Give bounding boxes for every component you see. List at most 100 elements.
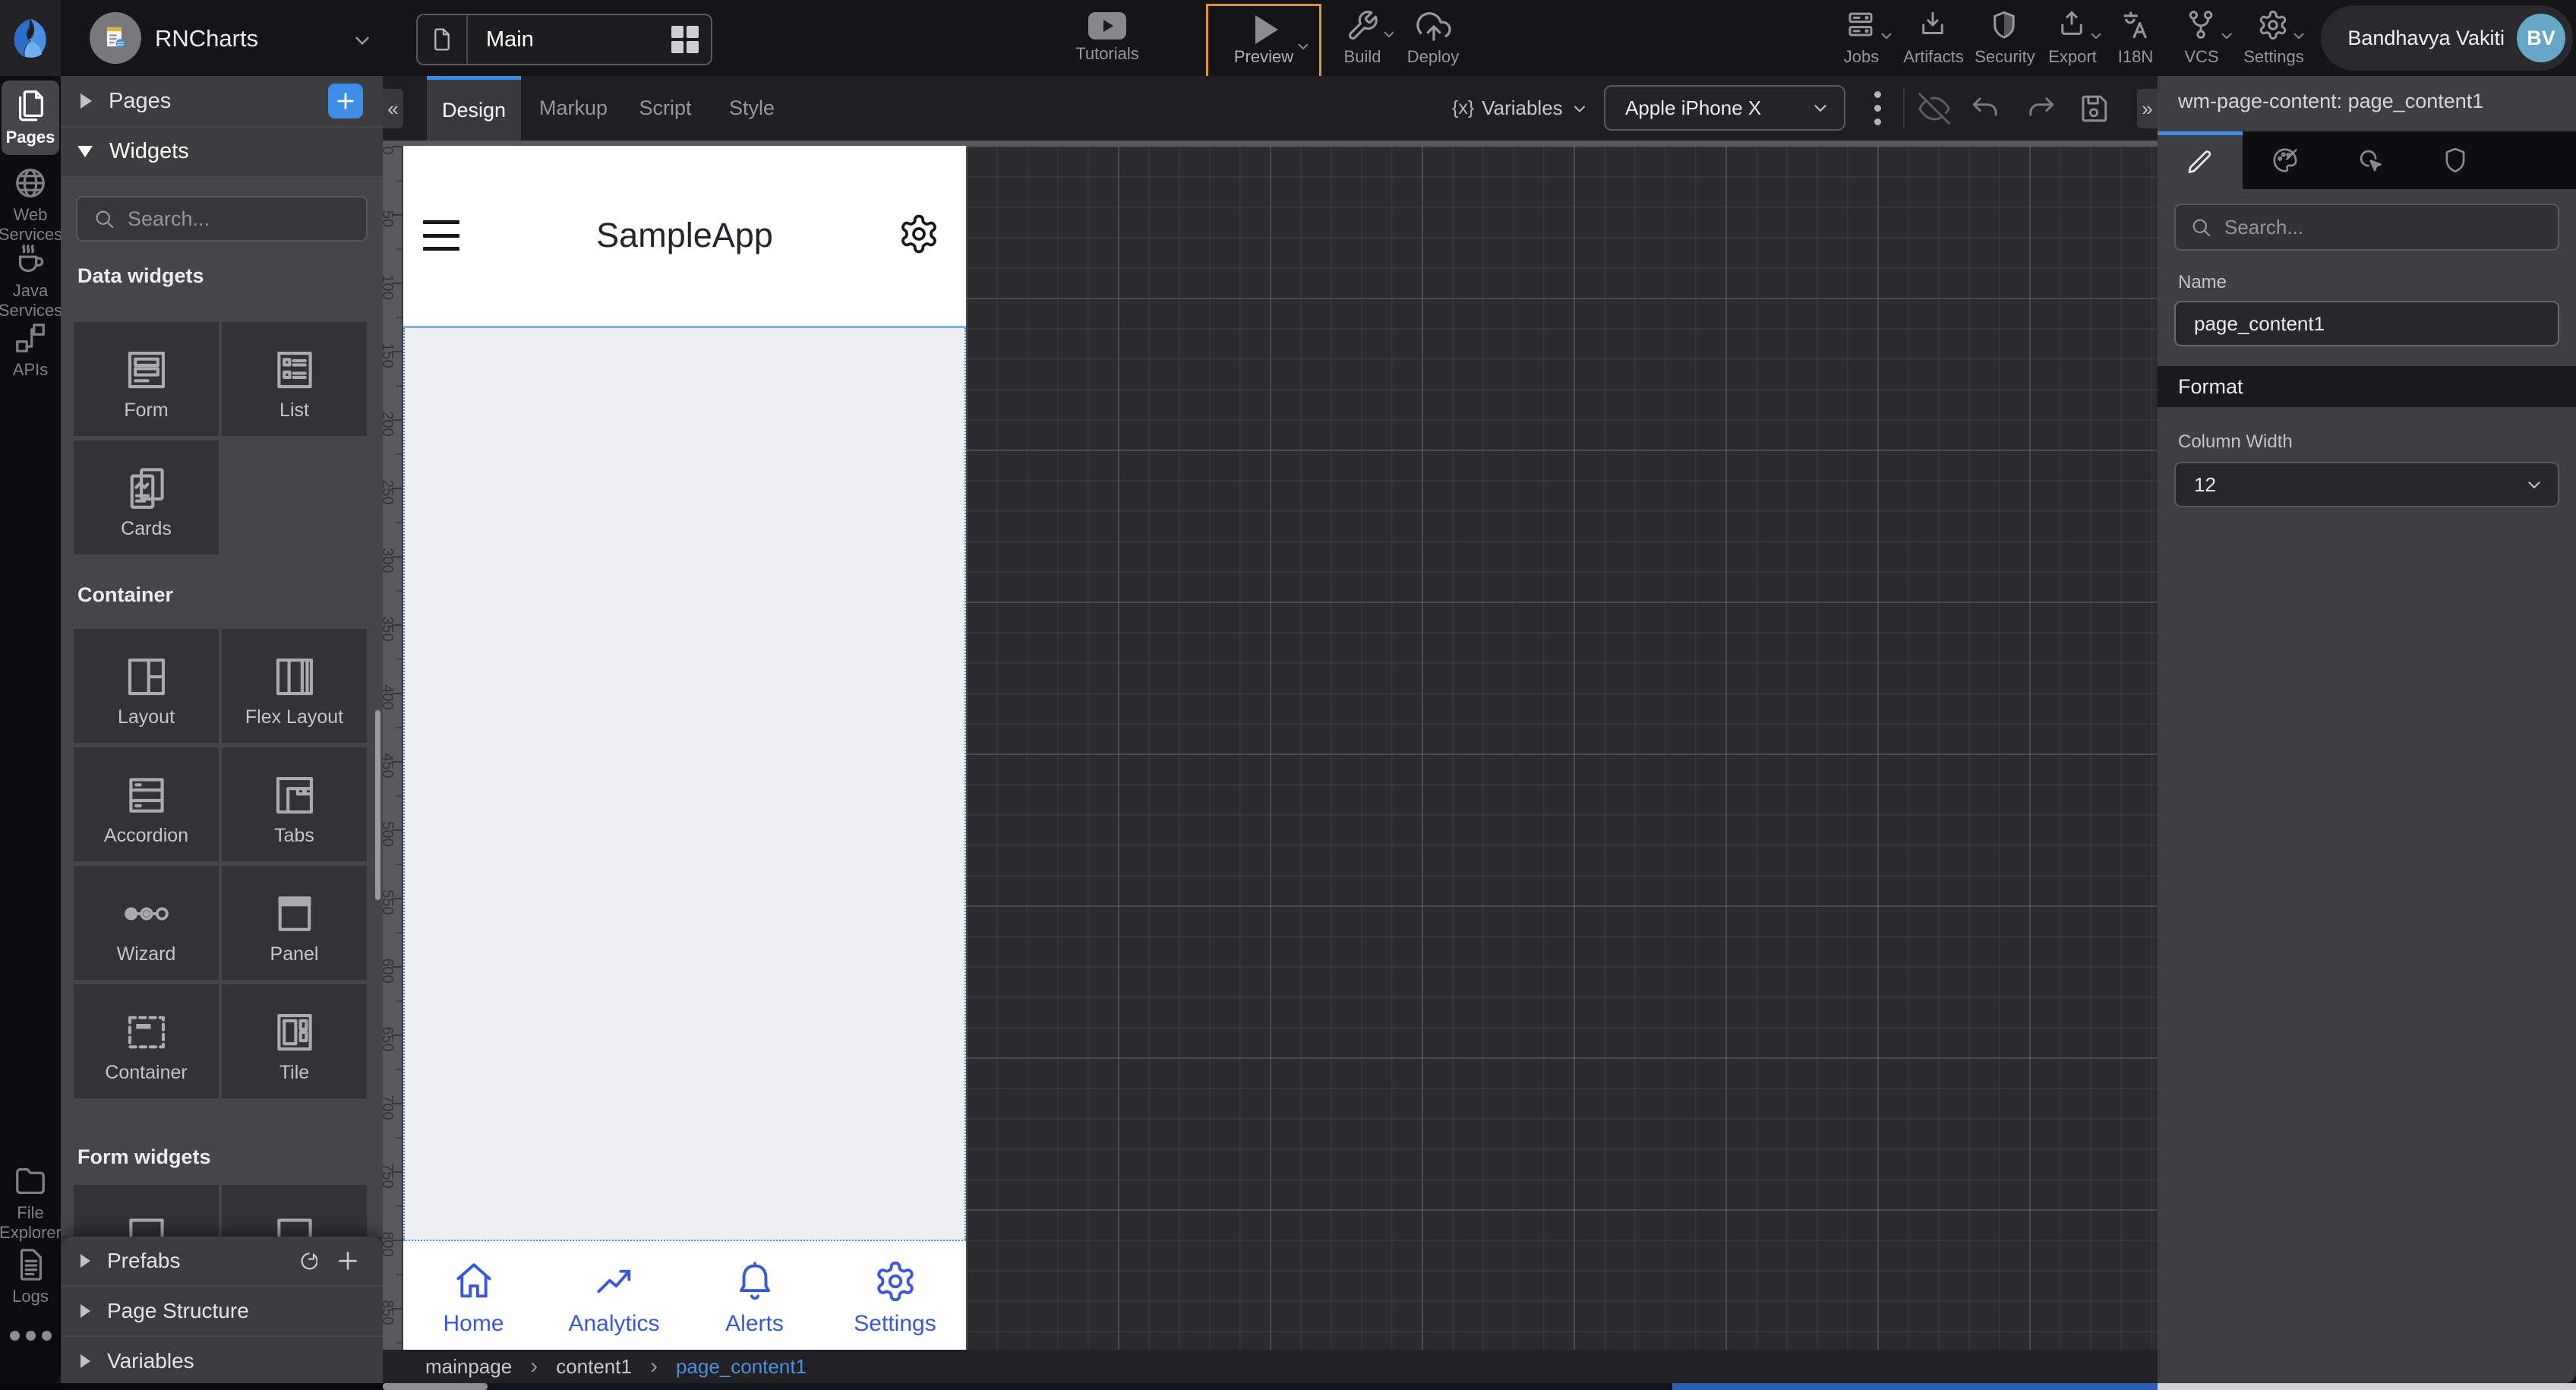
variables-dropdown[interactable]: {x} Variables [1452, 76, 1589, 141]
widget-search-input[interactable] [126, 206, 342, 232]
tab-style[interactable]: Style [715, 76, 788, 141]
project-menu-chevron-icon[interactable] [351, 29, 374, 52]
pages-section-header[interactable]: Pages [61, 76, 383, 128]
sidebar-item-apis[interactable]: APIs [0, 321, 61, 380]
sidebar-item-pages[interactable]: Pages [2, 81, 59, 155]
redo-icon[interactable] [2025, 93, 2057, 125]
tab-styles[interactable] [2243, 131, 2328, 189]
add-page-button[interactable] [328, 84, 363, 118]
property-search-input[interactable] [2223, 214, 2514, 240]
sidebar-item-web-services[interactable]: Web Services [0, 166, 62, 245]
collapse-right-panel-button[interactable]: » [2137, 89, 2158, 128]
canvas-toolbar: « Design Markup Script Style {x} Variabl… [383, 76, 2158, 141]
collapse-left-panel-button[interactable]: « [383, 89, 403, 128]
breadcrumb-item-content1[interactable]: content1 [556, 1355, 632, 1379]
wizard-widget-icon [122, 889, 172, 939]
format-section-header[interactable]: Format [2158, 366, 2576, 407]
widget-tile-label: Form [124, 400, 169, 421]
column-width-select[interactable]: 12 [2174, 462, 2559, 507]
name-field[interactable] [2174, 301, 2559, 346]
phone-app-title[interactable]: SampleApp [403, 216, 966, 255]
widget-tile-label: Cards [121, 518, 172, 539]
canvas-horizontal-scrollbar[interactable] [383, 1383, 488, 1390]
undo-icon[interactable] [1970, 93, 2002, 125]
deploy-button[interactable]: Deploy [1391, 0, 1475, 76]
tab-security[interactable] [2413, 131, 2498, 189]
widget-tile-clipped-2[interactable] [222, 1185, 367, 1237]
sidebar-item-java-services[interactable]: Java Services [0, 242, 62, 321]
pages-icon [18, 90, 43, 122]
vcs-button[interactable]: VCS [2169, 0, 2234, 76]
device-selector-value: Apple iPhone X [1625, 96, 1762, 119]
widgets-section-header[interactable]: Widgets [61, 126, 383, 178]
widget-search[interactable] [76, 196, 368, 242]
widget-tile-layout[interactable]: Layout [74, 629, 219, 743]
widget-tile-form[interactable]: Form [74, 322, 219, 436]
widget-tile-tabs[interactable]: Tabs [222, 747, 367, 861]
jobs-button[interactable]: Jobs [1829, 0, 1894, 76]
home-icon [456, 1263, 491, 1298]
nav-item-analytics[interactable]: Analytics [544, 1241, 684, 1350]
prefabs-add-icon[interactable] [336, 1249, 360, 1273]
sidebar-more-dots-icon[interactable] [0, 1331, 61, 1341]
widget-tile-cards[interactable]: Cards [74, 441, 219, 554]
page-grid-icon[interactable] [671, 26, 699, 53]
explorer-scrollbar[interactable] [375, 710, 380, 900]
tab-markup[interactable]: Markup [532, 76, 615, 141]
tab-script[interactable]: Script [627, 76, 703, 141]
phone-header-gear-icon[interactable] [898, 213, 940, 255]
user-menu[interactable]: Bandhavya Vakiti BV [2321, 5, 2573, 71]
prefabs-refresh-icon[interactable] [295, 1249, 317, 1272]
prefabs-label: Prefabs [107, 1249, 181, 1272]
toolbar-divider [1903, 88, 1905, 129]
wavemaker-logo[interactable] [0, 0, 61, 76]
hide-preview-icon[interactable] [1918, 93, 1950, 125]
artifacts-button[interactable]: Artifacts [1897, 0, 1970, 76]
page-structure-section-header[interactable]: Page Structure [61, 1287, 383, 1337]
project-avatar[interactable] [90, 12, 141, 64]
nav-item-home[interactable]: Home [403, 1241, 544, 1350]
widget-tile-label: Container [105, 1062, 188, 1083]
build-button[interactable]: Build [1324, 0, 1400, 76]
widget-tile-clipped-1[interactable] [74, 1185, 219, 1237]
phone-app-header: SampleApp [403, 146, 966, 328]
save-icon[interactable] [2078, 93, 2110, 125]
canvas-grid[interactable] [966, 146, 2158, 1350]
explorer-panel: Pages Widgets Data widgets Form List [61, 76, 383, 1383]
widget-tile-wizard[interactable]: Wizard [74, 866, 219, 980]
widget-tile-container[interactable]: Container [74, 984, 219, 1098]
explorer-footer-sections: Prefabs Page Structure Variables [61, 1237, 383, 1383]
widget-tile-tile[interactable]: Tile [222, 984, 367, 1098]
sidebar-item-logs[interactable]: Logs [0, 1247, 61, 1306]
prefabs-section-header[interactable]: Prefabs [61, 1237, 383, 1287]
tutorials-button[interactable]: Tutorials [1062, 0, 1153, 76]
sidebar-item-file-explorer[interactable]: File Explorer [0, 1164, 62, 1243]
breadcrumb-item-page-content1[interactable]: page_content1 [676, 1355, 807, 1379]
breadcrumb-item-mainpage[interactable]: mainpage [425, 1355, 512, 1379]
i18n-button[interactable]: I18N [2105, 0, 2166, 76]
widget-tile-label: Flex Layout [245, 706, 344, 728]
widget-tile-list[interactable]: List [222, 322, 367, 436]
format-section-label: Format [2178, 374, 2243, 398]
tab-events[interactable] [2328, 131, 2413, 189]
security-button[interactable]: Security [1968, 0, 2041, 76]
preview-chevron-icon[interactable] [1295, 38, 1312, 55]
nav-item-settings[interactable]: Settings [825, 1241, 965, 1350]
settings-button[interactable]: Settings [2236, 0, 2312, 76]
nav-item-alerts[interactable]: Alerts [684, 1241, 825, 1350]
tab-design[interactable]: Design [427, 76, 521, 141]
widget-tile-panel[interactable]: Panel [222, 866, 367, 980]
preview-button[interactable]: Preview [1206, 4, 1321, 78]
page-selector[interactable]: Main [416, 14, 712, 65]
export-button[interactable]: Export [2038, 0, 2107, 76]
tab-properties[interactable] [2158, 131, 2243, 189]
widget-tile-flex-layout[interactable]: Flex Layout [222, 629, 367, 743]
page-content-selected-area[interactable] [403, 328, 966, 1240]
property-search[interactable] [2174, 204, 2559, 251]
pencil-icon [2188, 150, 2211, 173]
variables-section-header[interactable]: Variables [61, 1337, 383, 1385]
device-selector[interactable]: Apple iPhone X [1604, 85, 1845, 131]
tile-widget-icon [270, 1007, 320, 1057]
widget-tile-accordion[interactable]: Accordion [74, 747, 219, 861]
canvas-more-menu[interactable] [1862, 76, 1893, 141]
